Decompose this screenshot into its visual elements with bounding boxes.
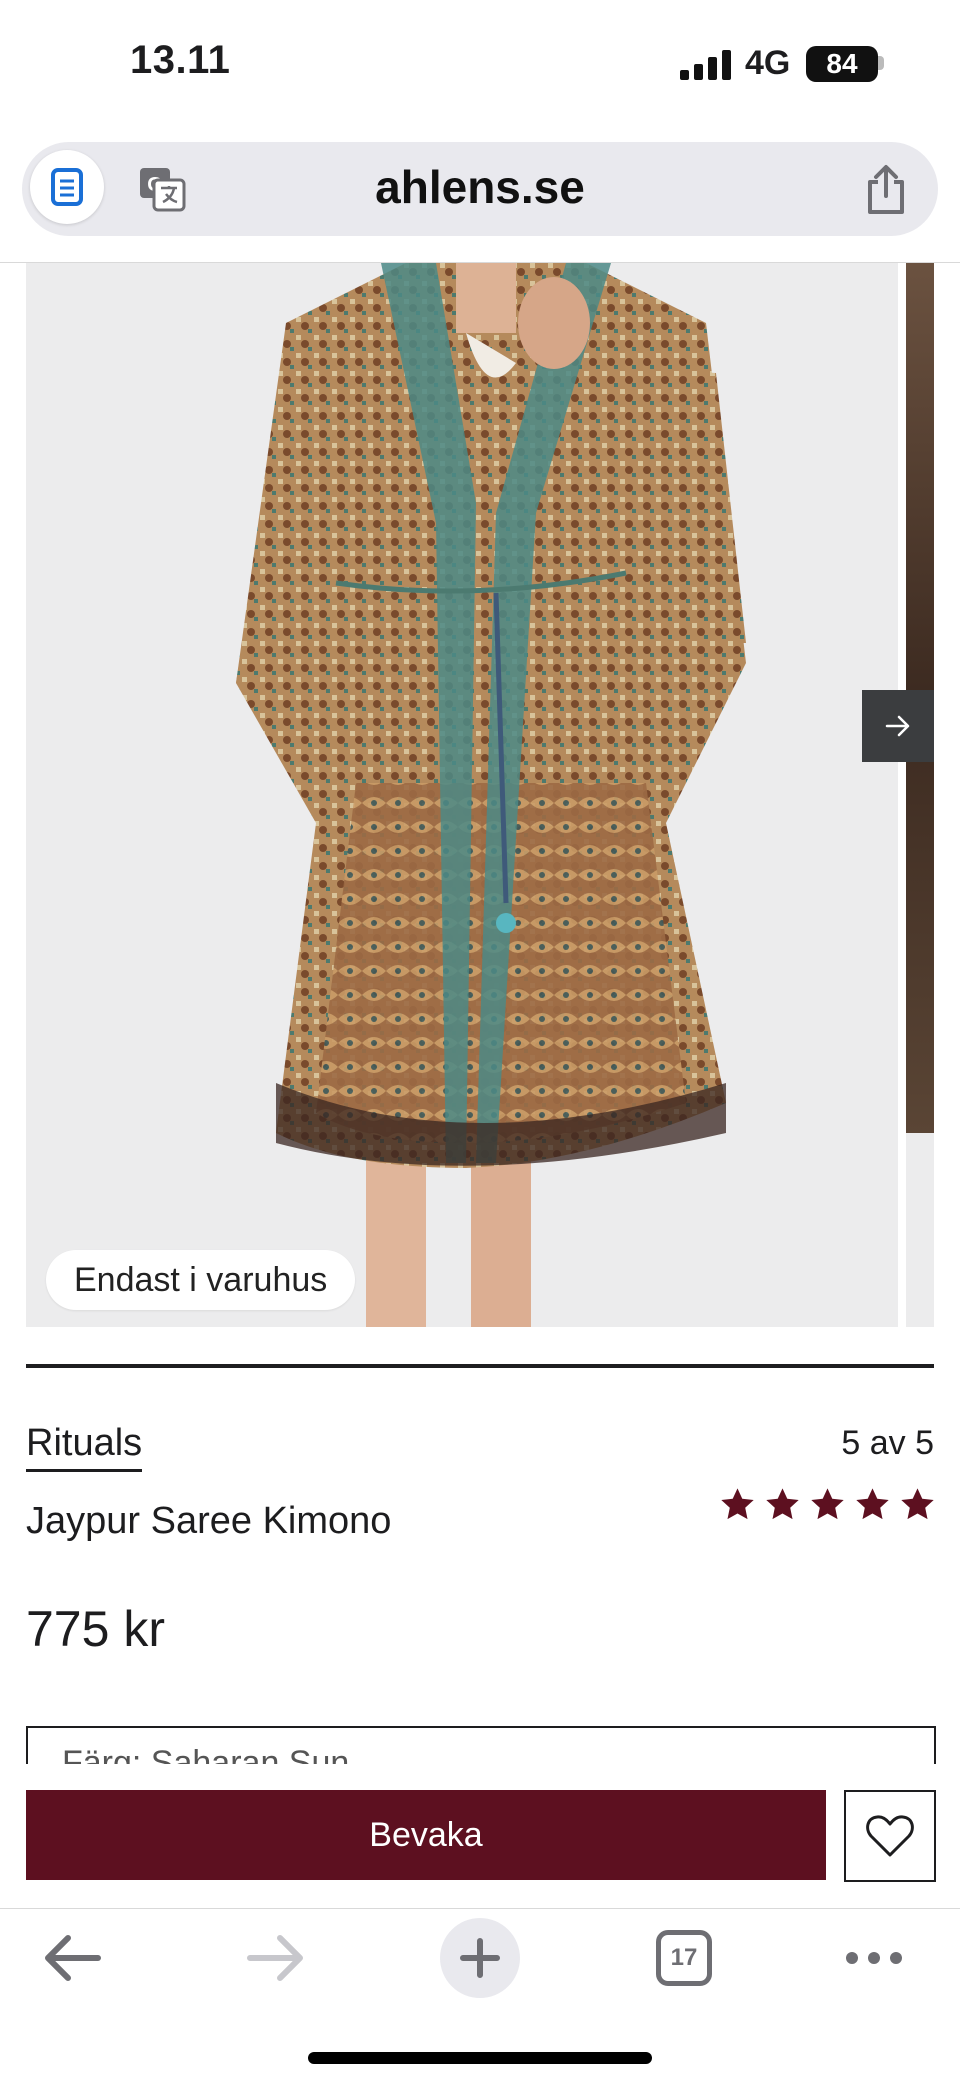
rating-stars[interactable] [719, 1486, 936, 1523]
network-type: 4G [745, 44, 791, 82]
plus-icon [460, 1938, 500, 1978]
more-icon[interactable] [844, 1938, 904, 1978]
battery-tip [878, 56, 884, 70]
star-icon [901, 1488, 934, 1520]
heart-icon [866, 1815, 914, 1857]
star-icon [766, 1488, 799, 1520]
battery-icon: 84 [806, 46, 878, 82]
kimono-photo [236, 263, 746, 1327]
color-select[interactable]: Färg: Saharan Sun ⌄ [26, 1726, 936, 1768]
next-image-button[interactable] [862, 690, 934, 762]
carousel-progress [26, 1364, 934, 1368]
cellular-signal-icon [680, 50, 731, 80]
url-text[interactable]: ahlens.se [300, 160, 660, 214]
toolbar-divider [0, 1908, 960, 1909]
star-icon [811, 1488, 844, 1520]
star-icon [721, 1488, 754, 1520]
translate-icon[interactable]: G [138, 164, 186, 212]
brand-link[interactable]: Rituals [26, 1422, 143, 1472]
share-icon[interactable] [862, 164, 910, 216]
new-tab-button[interactable] [440, 1918, 520, 1998]
product-title: Jaypur Saree Kimono [26, 1500, 392, 1542]
home-indicator [308, 2052, 652, 2064]
product-price: 775 kr [26, 1601, 165, 1657]
reader-button[interactable] [30, 150, 104, 224]
store-only-badge: Endast i varuhus [46, 1250, 356, 1310]
watch-button[interactable]: Bevaka [26, 1790, 826, 1880]
back-arrow-icon[interactable] [40, 1930, 104, 1986]
forward-arrow-icon[interactable] [244, 1930, 308, 1986]
scroll-mask [0, 1764, 960, 1788]
reader-icon [51, 168, 83, 206]
next-image-preview-bottom [906, 1133, 934, 1327]
tabs-icon[interactable]: 17 [656, 1930, 712, 1986]
arrow-right-icon [885, 715, 910, 737]
rating-text: 5 av 5 [841, 1424, 934, 1462]
product-image[interactable] [26, 263, 898, 1327]
wishlist-button[interactable] [844, 1790, 936, 1882]
star-icon [856, 1488, 889, 1520]
status-time: 13.11 [130, 38, 231, 82]
